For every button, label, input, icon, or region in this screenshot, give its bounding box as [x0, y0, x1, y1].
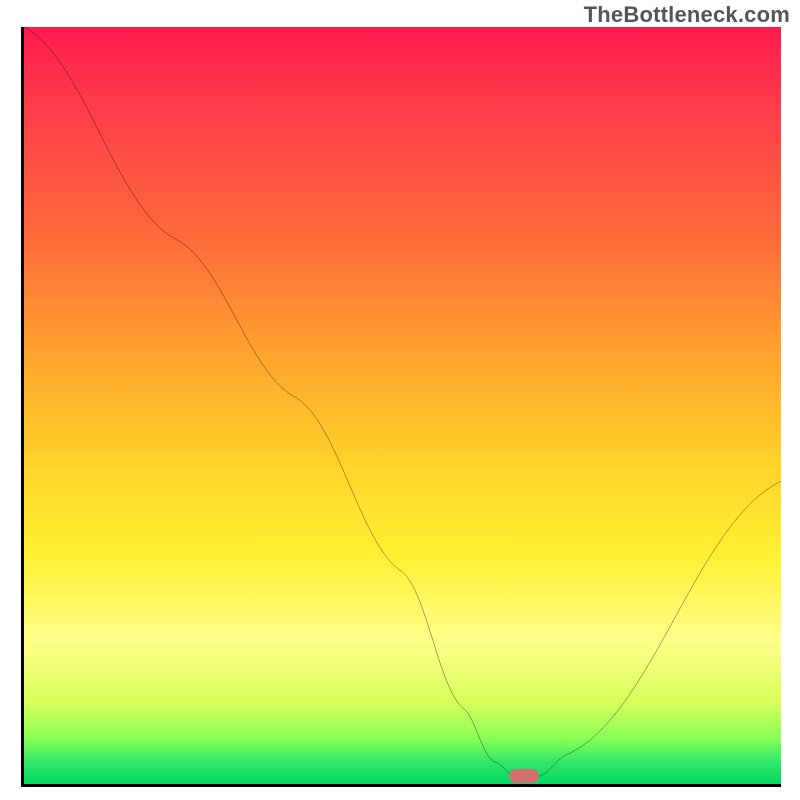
plot-area	[21, 27, 781, 787]
optimal-marker	[509, 769, 539, 783]
bottleneck-chart: TheBottleneck.com	[0, 0, 800, 800]
watermark-text: TheBottleneck.com	[584, 2, 790, 28]
bottleneck-curve	[24, 27, 781, 784]
